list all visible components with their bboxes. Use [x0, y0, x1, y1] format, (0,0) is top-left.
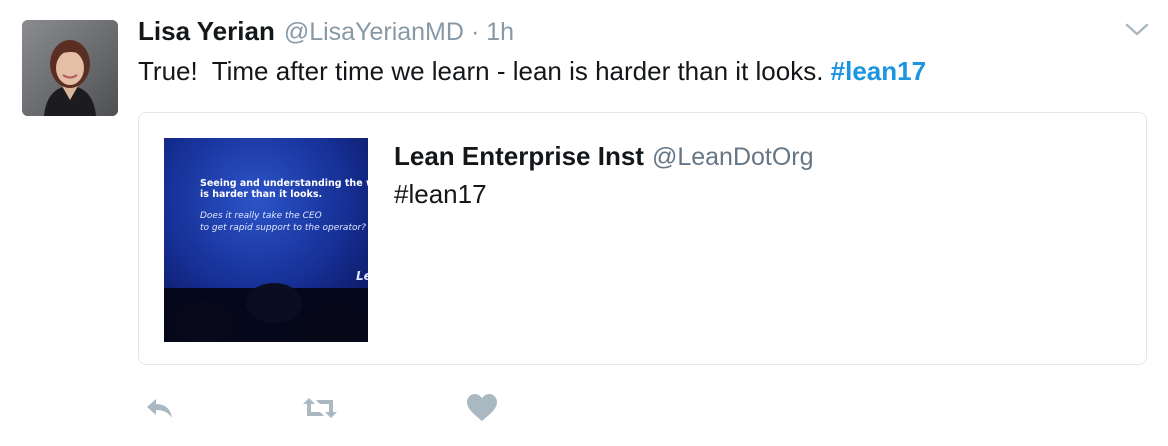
slide-logo-text: Le	[356, 269, 368, 283]
quoted-author-name[interactable]: Lean Enterprise Inst	[394, 141, 644, 172]
quoted-tweet-card[interactable]: Seeing and understanding the work is har…	[138, 112, 1147, 365]
heart-icon	[467, 394, 497, 421]
tweet-text: True! Time after time we learn - lean is…	[138, 56, 926, 87]
slide-background	[164, 138, 368, 342]
header-separator: ·	[470, 18, 480, 46]
tweet-header: Lisa Yerian @LisaYerianMD · 1h	[138, 16, 514, 52]
timestamp[interactable]: 1h	[486, 18, 514, 47]
author-handle[interactable]: @LisaYerianMD	[284, 18, 464, 47]
avatar-image	[22, 20, 118, 116]
reply-icon	[147, 399, 172, 418]
avatar[interactable]	[22, 20, 118, 116]
quoted-tweet-header: Lean Enterprise Inst @LeanDotOrg	[394, 141, 814, 172]
chevron-down-icon[interactable]	[1124, 20, 1150, 40]
quoted-tweet-image[interactable]: Seeing and understanding the work is har…	[164, 138, 368, 342]
quoted-author-handle[interactable]: @LeanDotOrg	[652, 143, 814, 172]
slide-text-line: Does it really take the CEO	[200, 211, 322, 221]
slide-text-line: Seeing and understanding the work	[200, 178, 368, 189]
slide-text-line: is harder than it looks.	[200, 189, 323, 200]
tweet-body: True! Time after time we learn - lean is…	[138, 56, 831, 86]
retweet-icon	[303, 398, 337, 418]
hashtag-link[interactable]: #lean17	[831, 56, 926, 86]
like-button[interactable]	[464, 390, 500, 426]
quoted-tweet-text: #lean17	[394, 179, 487, 209]
reply-button[interactable]	[142, 390, 178, 426]
retweet-button[interactable]	[300, 390, 340, 426]
slide-text-line: to get rapid support to the operator?	[200, 223, 366, 233]
tweet: Lisa Yerian @LisaYerianMD · 1h True! Tim…	[0, 0, 1168, 446]
author-name[interactable]: Lisa Yerian	[138, 16, 275, 47]
